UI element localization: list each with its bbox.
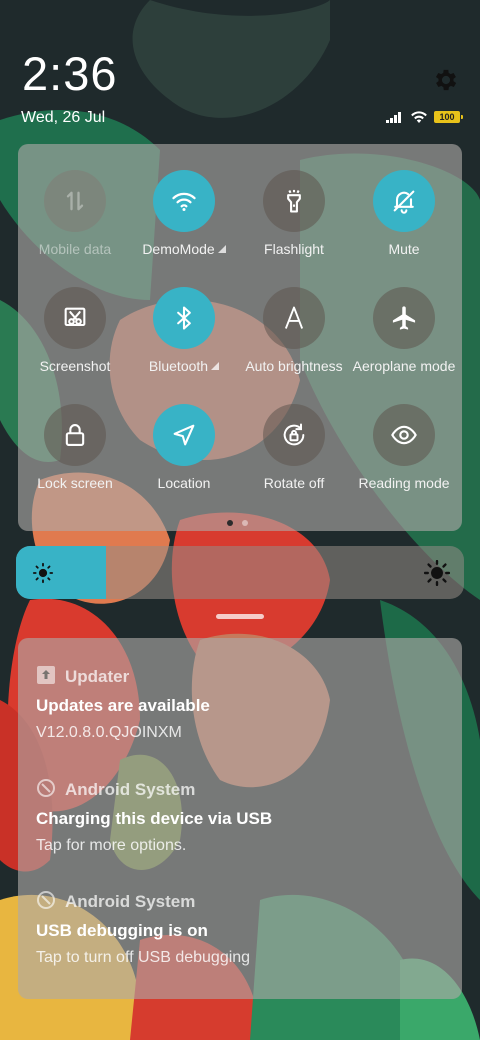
- tile-label: Aeroplane mode: [352, 358, 456, 374]
- tile-label: Lock screen: [37, 475, 113, 491]
- notification-app-name: Android System: [65, 780, 196, 799]
- battery-icon: 100: [434, 111, 463, 123]
- notification-body: V12.0.8.0.QJOINXM: [36, 724, 182, 741]
- drag-handle[interactable]: [216, 614, 264, 619]
- notification-body: Tap for more options.: [36, 837, 187, 854]
- flashlight-icon[interactable]: [263, 170, 325, 232]
- android-system-icon: [36, 890, 56, 915]
- wifi-icon[interactable]: [153, 170, 215, 232]
- tile-flashlight[interactable]: Flashlight: [239, 170, 349, 257]
- tile-lock-screen[interactable]: Lock screen: [20, 404, 130, 491]
- page-dot-1[interactable]: [227, 520, 233, 526]
- tile-screenshot[interactable]: Screenshot: [20, 287, 130, 374]
- expand-indicator-icon: [211, 362, 220, 370]
- brightness-high-icon: [424, 560, 450, 586]
- notification-panel: Updater Updates are available V12.0.8.0.QJ…: [18, 638, 462, 999]
- tile-label: Mute: [388, 241, 420, 257]
- clock[interactable]: 2:36: [22, 48, 117, 100]
- mobile-data-icon[interactable]: [44, 170, 106, 232]
- updater-icon: [36, 665, 56, 690]
- settings-gear-icon[interactable]: [432, 66, 460, 94]
- eye-icon[interactable]: [373, 404, 435, 466]
- notification-item[interactable]: Android System USB debugging is on Tap to …: [36, 890, 436, 967]
- lock-icon[interactable]: [44, 404, 106, 466]
- tile-location[interactable]: Location: [129, 404, 239, 491]
- android-system-icon: [36, 778, 56, 803]
- tile-rotate-off[interactable]: Rotate off: [239, 404, 349, 491]
- signal-icon: [386, 112, 401, 123]
- tile-mute[interactable]: Mute: [349, 170, 459, 257]
- notification-body: Tap to turn off USB debugging: [36, 949, 251, 966]
- tile-demomode[interactable]: DemoMode: [129, 170, 239, 257]
- tile-label: Bluetooth: [129, 358, 239, 374]
- notification-item[interactable]: Android System Charging this device via U…: [36, 778, 436, 855]
- tile-label: Rotate off: [263, 475, 325, 491]
- airplane-icon[interactable]: [373, 287, 435, 349]
- notification-header: Updater: [36, 665, 436, 690]
- notification-title: Updates are available: [36, 696, 210, 715]
- notification-title: USB debugging is on: [36, 921, 208, 940]
- status-icons: 100: [386, 108, 463, 126]
- tile-label: Flashlight: [264, 241, 324, 257]
- notification-header: Android System: [36, 890, 436, 915]
- brightness-slider[interactable]: [16, 546, 464, 599]
- tile-auto-brightness[interactable]: Auto brightness: [239, 287, 349, 374]
- tile-label: Screenshot: [39, 358, 111, 374]
- page-dot-2[interactable]: [242, 520, 248, 526]
- tile-label: Location: [157, 475, 211, 491]
- expand-indicator-icon: [217, 245, 226, 253]
- bell-off-icon[interactable]: [373, 170, 435, 232]
- screenshot-icon[interactable]: [44, 287, 106, 349]
- tile-reading-mode[interactable]: Reading mode: [349, 404, 459, 491]
- tile-label: Mobile data: [38, 241, 112, 257]
- auto-brightness-icon[interactable]: [263, 287, 325, 349]
- notification-item[interactable]: Updater Updates are available V12.0.8.0.QJ…: [36, 665, 436, 742]
- brightness-low-icon: [32, 562, 54, 584]
- bluetooth-icon[interactable]: [153, 287, 215, 349]
- tile-label: DemoMode: [129, 241, 239, 257]
- tile-mobile-data[interactable]: Mobile data: [20, 170, 130, 257]
- notification-title: Charging this device via USB: [36, 809, 273, 828]
- notification-header: Android System: [36, 778, 436, 803]
- tile-bluetooth[interactable]: Bluetooth: [129, 287, 239, 374]
- quick-settings-panel: Mobile data DemoMode Flashlight Mute Screens…: [18, 144, 462, 531]
- location-icon[interactable]: [153, 404, 215, 466]
- date[interactable]: Wed, 26 Jul: [21, 109, 105, 127]
- tile-label: Reading mode: [358, 475, 450, 491]
- tile-label: Auto brightness: [245, 358, 343, 374]
- notification-app-name: Updater: [65, 667, 130, 686]
- tile-aeroplane-mode[interactable]: Aeroplane mode: [349, 287, 459, 374]
- rotate-lock-icon[interactable]: [263, 404, 325, 466]
- wifi-status-icon: [411, 111, 427, 123]
- notification-app-name: Android System: [65, 892, 196, 911]
- page-indicator: [227, 520, 248, 526]
- brightness-fill: [16, 546, 106, 599]
